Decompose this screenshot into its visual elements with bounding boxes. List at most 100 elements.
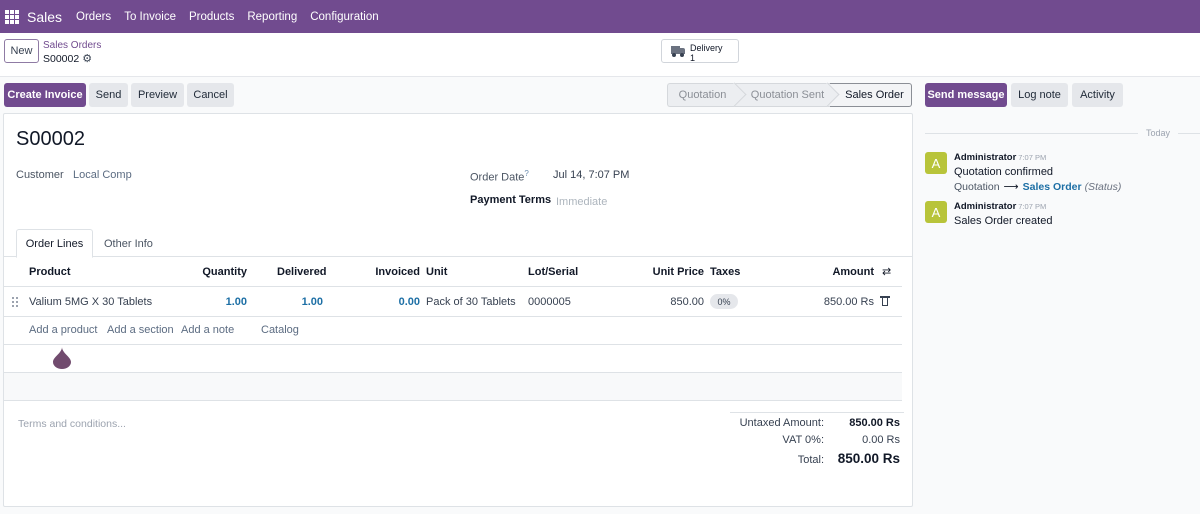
cursor-indicator-icon — [53, 347, 71, 369]
empty-row — [4, 345, 902, 373]
empty-row — [4, 373, 902, 401]
order-date-field[interactable]: Jul 14, 7:07 PM — [553, 169, 629, 181]
cell-lot-serial[interactable]: 0000005 — [528, 296, 571, 308]
tracking-value: Quotation ⟶ Sales Order (Status) — [954, 181, 1121, 193]
gear-icon[interactable]: ⚙ — [82, 52, 92, 65]
cell-invoiced[interactable]: 0.00 — [366, 296, 420, 308]
col-quantity[interactable]: Quantity — [194, 266, 247, 278]
date-today-label: Today — [1146, 128, 1171, 138]
tab-order-lines[interactable]: Order Lines — [16, 229, 93, 258]
cell-unit[interactable]: Pack of 30 Tablets — [426, 296, 516, 308]
create-invoice-button[interactable]: Create Invoice — [4, 83, 86, 107]
col-product[interactable]: Product — [29, 266, 71, 278]
total-label: Total: — [797, 454, 824, 466]
stage-quotation-sent-label: Quotation Sent — [750, 89, 825, 101]
stage-quotation[interactable]: Quotation — [667, 82, 747, 107]
payment-terms-field[interactable]: Immediate — [556, 196, 607, 208]
top-navbar: Sales Orders To Invoice Products Reporti… — [0, 0, 1200, 33]
col-invoiced[interactable]: Invoiced — [366, 266, 420, 278]
cell-unit-price[interactable]: 850.00 — [634, 296, 704, 308]
col-unit-price[interactable]: Unit Price — [634, 266, 704, 278]
payment-terms-label: Payment Terms — [470, 194, 552, 206]
delivery-smart-button[interactable]: Delivery 1 — [661, 39, 739, 63]
stage-quotation-sent[interactable]: Quotation Sent — [737, 82, 840, 107]
delivery-count: 1 — [690, 53, 696, 63]
help-icon[interactable]: ? — [524, 169, 528, 178]
message-author-name[interactable]: Administrator — [954, 152, 1016, 163]
breadcrumb-current-label: S00002 — [43, 53, 80, 65]
message-time: 7:07 PM — [1018, 202, 1047, 211]
avatar[interactable]: A — [925, 201, 947, 223]
app-name[interactable]: Sales — [27, 9, 62, 25]
message-author: Administrator 7:07 PM — [954, 152, 1046, 163]
date-divider — [1178, 133, 1200, 134]
total-value: 850.00 Rs — [837, 451, 900, 466]
message-time: 7:07 PM — [1018, 153, 1047, 162]
optional-columns-icon[interactable]: ⇄ — [882, 265, 891, 278]
order-date-label-text: Order Date — [470, 171, 525, 184]
add-section-link[interactable]: Add a section — [107, 324, 174, 336]
log-note-button[interactable]: Log note — [1011, 83, 1068, 107]
cell-delivered[interactable]: 1.00 — [264, 296, 323, 308]
message-body: Quotation confirmed — [954, 166, 1054, 178]
control-panel: New Sales Orders S00002 ⚙ Delivery 1 — [0, 33, 1200, 77]
drag-handle-icon[interactable] — [12, 297, 19, 307]
nav-to-invoice[interactable]: To Invoice — [124, 11, 176, 23]
col-amount[interactable]: Amount — [804, 266, 874, 278]
order-date-label: Order Date? — [470, 169, 529, 184]
terms-field[interactable]: Terms and conditions... — [18, 418, 126, 430]
record-title: S00002 — [16, 128, 85, 150]
breadcrumb-current: S00002 ⚙ — [43, 52, 92, 65]
new-button[interactable]: New — [4, 39, 39, 63]
status-bar: Quotation Quotation Sent Sales Order — [667, 82, 912, 107]
notebook-tabs: Order Lines Other Info — [4, 227, 912, 258]
cell-amount: 850.00 Rs — [823, 296, 874, 308]
send-button[interactable]: Send — [89, 83, 128, 107]
stage-sales-order-label: Sales Order — [845, 89, 904, 101]
col-taxes[interactable]: Taxes — [710, 266, 740, 278]
add-note-link[interactable]: Add a note — [181, 324, 234, 336]
untaxed-amount-label: Untaxed Amount: — [739, 417, 824, 429]
stage-sales-order[interactable]: Sales Order — [830, 83, 912, 107]
message-author-name[interactable]: Administrator — [954, 201, 1016, 212]
add-line-row: Add a product Add a section Add a note C… — [4, 317, 902, 345]
apps-grid-icon[interactable] — [5, 9, 19, 24]
avatar[interactable]: A — [925, 152, 947, 174]
cell-quantity[interactable]: 1.00 — [194, 296, 247, 308]
order-lines-header: Product Quantity Delivered Invoiced Unit… — [4, 257, 902, 287]
customer-field[interactable]: Local Comp — [73, 169, 132, 181]
col-delivered[interactable]: Delivered — [277, 266, 327, 278]
trash-icon[interactable] — [880, 295, 890, 307]
preview-button[interactable]: Preview — [131, 83, 184, 107]
add-product-link[interactable]: Add a product — [29, 324, 98, 336]
tracking-new-value: Sales Order — [1022, 181, 1082, 193]
cancel-button[interactable]: Cancel — [187, 83, 234, 107]
nav-configuration[interactable]: Configuration — [310, 11, 378, 23]
tracking-old-value: Quotation — [954, 181, 1000, 193]
stage-quotation-label: Quotation — [678, 89, 727, 101]
nav-products[interactable]: Products — [189, 11, 234, 23]
nav-orders[interactable]: Orders — [76, 11, 111, 23]
message-body: Sales Order created — [954, 215, 1053, 227]
breadcrumb-parent[interactable]: Sales Orders — [43, 40, 101, 51]
cell-product[interactable]: Valium 5MG X 30 Tablets — [29, 296, 152, 308]
col-lot-serial[interactable]: Lot/Serial — [528, 266, 578, 278]
catalog-link[interactable]: Catalog — [261, 324, 299, 336]
send-message-button[interactable]: Send message — [925, 83, 1007, 107]
customer-label: Customer — [16, 169, 64, 181]
table-row[interactable]: Valium 5MG X 30 Tablets 1.00 1.00 0.00 P… — [4, 287, 902, 317]
date-divider — [925, 133, 1138, 134]
vat-value: 0.00 Rs — [862, 434, 900, 446]
delivery-label: Delivery — [690, 43, 723, 53]
vat-label: VAT 0%: — [782, 434, 824, 446]
tracking-field-name: (Status) — [1084, 181, 1122, 193]
message-author: Administrator 7:07 PM — [954, 201, 1046, 212]
form-sheet: S00002 Customer Local Comp Order Date? J… — [3, 113, 913, 507]
untaxed-amount-value: 850.00 Rs — [849, 417, 900, 429]
tax-badge[interactable]: 0% — [710, 294, 738, 309]
col-unit[interactable]: Unit — [426, 266, 447, 278]
truck-icon — [671, 46, 685, 57]
tab-other-info[interactable]: Other Info — [104, 229, 153, 258]
activity-button[interactable]: Activity — [1072, 83, 1123, 107]
nav-reporting[interactable]: Reporting — [247, 11, 297, 23]
